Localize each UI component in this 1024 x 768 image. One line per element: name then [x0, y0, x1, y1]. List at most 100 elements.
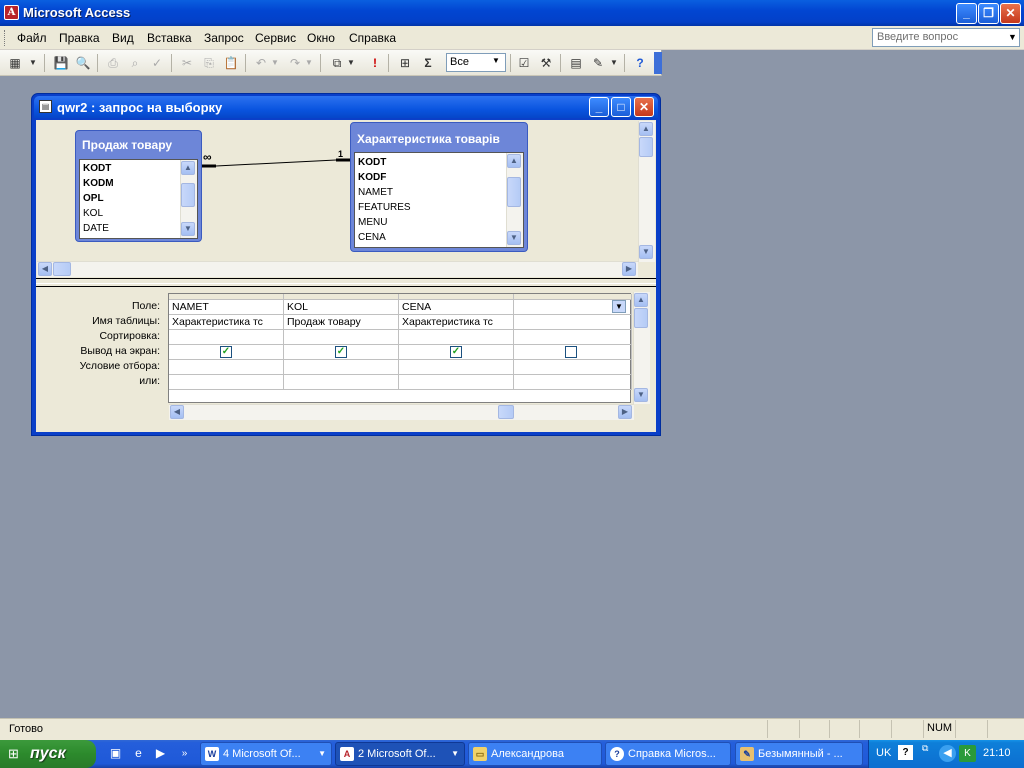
taskbar-button-folder[interactable]: ▭ Александрова	[468, 742, 602, 766]
grid-sort-cell[interactable]	[399, 330, 514, 345]
taskbar-button-help[interactable]: ? Справка Micros...	[605, 742, 731, 766]
field-item[interactable]: CENA	[354, 230, 386, 245]
grid-criteria-cell[interactable]	[514, 360, 632, 375]
cut-icon[interactable]: ✂	[178, 54, 196, 72]
run-icon[interactable]: !	[366, 54, 384, 72]
database-window-icon[interactable]: ▤	[567, 54, 585, 72]
query-type-icon[interactable]: ⧉	[328, 54, 346, 72]
minimize-button[interactable]: _	[956, 3, 977, 24]
copy-icon[interactable]: ⎘	[200, 54, 218, 72]
grid-field-cell[interactable]: NAMET	[169, 300, 284, 315]
grid-or-cell[interactable]	[284, 375, 399, 390]
ask-question-dropdown-icon[interactable]: ▼	[1008, 32, 1017, 42]
scroll-up-icon[interactable]: ▲	[181, 161, 195, 175]
scroll-left-icon[interactable]: ◀	[38, 262, 52, 276]
field-item[interactable]: KODF	[354, 170, 386, 185]
language-help-icon[interactable]: ?	[898, 745, 913, 760]
new-object-icon[interactable]: ✎	[589, 54, 607, 72]
show-checkbox[interactable]	[565, 346, 577, 358]
scroll-down-icon[interactable]: ▼	[507, 231, 521, 245]
scroll-thumb[interactable]	[181, 183, 195, 207]
menu-edit[interactable]: Правка	[59, 31, 100, 45]
toolbar-options-icon[interactable]	[654, 52, 662, 74]
view-dropdown-icon[interactable]: ▼	[28, 54, 38, 72]
query-type-dropdown-icon[interactable]: ▼	[346, 54, 356, 72]
grid-sort-cell[interactable]	[284, 330, 399, 345]
grid-field-cell[interactable]: KOL	[284, 300, 399, 315]
menu-tools[interactable]: Сервис	[255, 31, 296, 45]
scroll-up-icon[interactable]: ▲	[634, 293, 648, 307]
restore-button[interactable]: ❐	[978, 3, 999, 24]
clock[interactable]: 21:10	[983, 747, 1011, 759]
field-item[interactable]: KODT	[79, 161, 111, 176]
field-item[interactable]: FEATURES	[354, 200, 411, 215]
query-window-icon[interactable]: ▤	[39, 100, 52, 113]
view-datasheet-icon[interactable]: ▦	[6, 54, 24, 72]
save-icon[interactable]: 💾	[52, 54, 70, 72]
totals-sigma-icon[interactable]: Σ	[419, 54, 437, 72]
scroll-up-icon[interactable]: ▲	[507, 154, 521, 168]
field-item[interactable]: OPL	[79, 191, 104, 206]
grid-table-cell[interactable]	[514, 315, 632, 330]
properties-icon[interactable]: ☑	[515, 54, 533, 72]
media-player-icon[interactable]: ▶	[152, 745, 169, 762]
redo-icon[interactable]: ↷	[286, 54, 304, 72]
scroll-down-icon[interactable]: ▼	[181, 222, 195, 236]
query-maximize-button[interactable]: □	[611, 97, 631, 117]
show-checkbox[interactable]: ✓	[450, 346, 462, 358]
redo-dropdown-icon[interactable]: ▼	[304, 54, 314, 72]
field-dropdown-icon[interactable]: ▼	[612, 300, 626, 313]
access-app-icon[interactable]: A	[4, 5, 19, 20]
quick-launch-more-icon[interactable]: »	[176, 745, 193, 762]
grid-criteria-cell[interactable]	[169, 360, 284, 375]
scroll-down-icon[interactable]: ▼	[634, 388, 648, 402]
scroll-down-icon[interactable]: ▼	[639, 245, 653, 259]
show-desktop-icon[interactable]: ▣	[107, 745, 124, 762]
menu-file[interactable]: Файл	[17, 31, 47, 45]
spelling-icon[interactable]: ✓	[148, 54, 166, 72]
scroll-thumb[interactable]	[507, 177, 521, 207]
menu-window[interactable]: Окно	[307, 31, 335, 45]
grid-sort-cell[interactable]	[169, 330, 284, 345]
grid-or-cell[interactable]	[399, 375, 514, 390]
grid-sort-cell[interactable]	[514, 330, 632, 345]
grid-horizontal-scrollbar[interactable]	[169, 404, 634, 420]
tray-network-icon[interactable]: K	[959, 745, 976, 762]
scroll-right-icon[interactable]: ▶	[618, 405, 632, 419]
grid-or-cell[interactable]	[169, 375, 284, 390]
scroll-right-icon[interactable]: ▶	[622, 262, 636, 276]
tray-arrow-icon[interactable]: ◀	[939, 745, 956, 762]
close-button[interactable]: ✕	[1000, 3, 1021, 24]
grid-table-cell[interactable]: Характеристика тс	[399, 315, 514, 330]
field-item[interactable]: KODM	[79, 176, 114, 191]
show-checkbox[interactable]: ✓	[335, 346, 347, 358]
ask-question-input[interactable]: Введите вопрос	[872, 28, 1020, 47]
new-object-dropdown-icon[interactable]: ▼	[609, 54, 619, 72]
print-icon[interactable]: ⎙	[104, 54, 122, 72]
show-table-icon[interactable]: ⊞	[396, 54, 414, 72]
grid-criteria-cell[interactable]	[399, 360, 514, 375]
field-item[interactable]: MENU	[354, 215, 387, 230]
scroll-thumb[interactable]	[634, 308, 648, 328]
language-indicator[interactable]: UK	[876, 747, 891, 759]
show-checkbox[interactable]: ✓	[220, 346, 232, 358]
help-icon[interactable]: ?	[631, 54, 649, 72]
taskbar-button-paint[interactable]: ✎ Безымянный - ...	[735, 742, 863, 766]
field-item[interactable]: KODT	[354, 155, 386, 170]
query-minimize-button[interactable]: _	[589, 97, 609, 117]
grid-table-cell[interactable]: Характеристика тс	[169, 315, 284, 330]
menu-help[interactable]: Справка	[349, 31, 396, 45]
build-icon[interactable]: ⚒	[537, 54, 555, 72]
grid-field-cell[interactable]: CENA	[399, 300, 514, 315]
field-item[interactable]: KOL	[79, 206, 103, 221]
internet-explorer-icon[interactable]: e	[130, 745, 147, 762]
menu-insert[interactable]: Вставка	[147, 31, 192, 45]
scroll-thumb[interactable]	[498, 405, 514, 419]
paste-icon[interactable]: 📋	[222, 54, 240, 72]
query-close-button[interactable]: ✕	[634, 97, 654, 117]
relationship-join-line[interactable]	[200, 150, 352, 172]
taskbar-button-access[interactable]: A 2 Microsoft Of... ▼	[335, 742, 465, 766]
file-search-icon[interactable]: 🔍	[74, 54, 92, 72]
scroll-thumb[interactable]	[53, 262, 71, 276]
field-item[interactable]: DATE	[79, 221, 109, 236]
